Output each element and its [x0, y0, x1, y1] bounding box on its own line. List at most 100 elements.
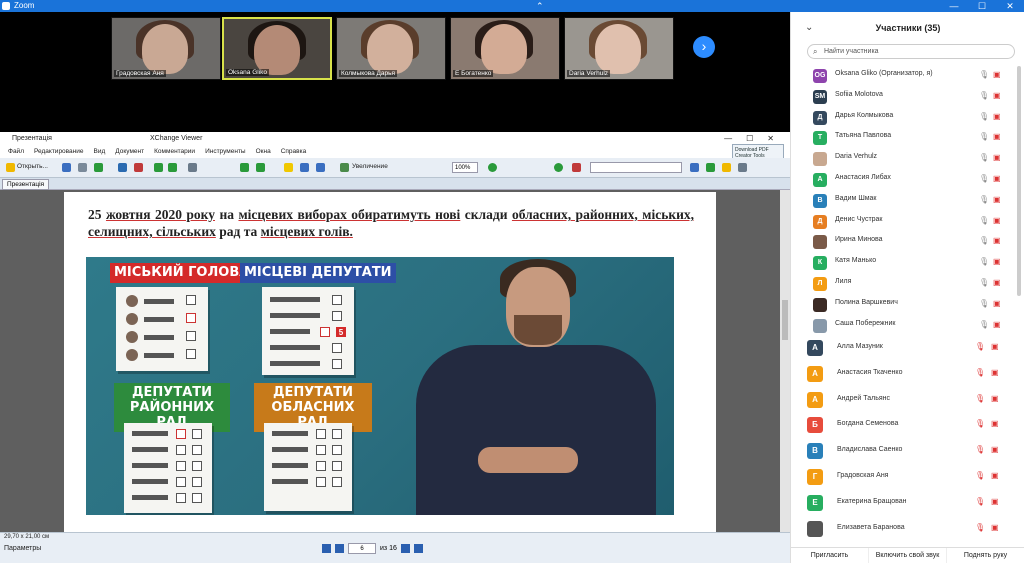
participant-row[interactable]: Е Екатерина Бращован 🎙 ▣ [791, 491, 1024, 516]
zoom-in-icon[interactable] [488, 163, 497, 172]
viewer-minimize-button[interactable]: — [724, 132, 732, 146]
microphone-icon[interactable]: 🎙 [979, 320, 989, 329]
camera-off-icon[interactable]: ▣ [993, 70, 1001, 79]
participant-row[interactable]: В Владислава Саенко 🎙 ▣ [791, 439, 1024, 464]
refresh-icon[interactable] [94, 163, 103, 172]
forward-icon[interactable] [168, 163, 177, 172]
find-icon[interactable] [554, 163, 563, 172]
highlight-icon[interactable] [722, 163, 731, 172]
video-tile[interactable]: Колмыкова Дарья [336, 17, 446, 80]
back-icon[interactable] [154, 163, 163, 172]
participant-row[interactable]: Л Лиля 🎙 ▣ [791, 274, 1024, 294]
microphone-icon[interactable]: 🎙 [979, 257, 989, 266]
participant-row[interactable]: А Анастасия Ткаченко 🎙 ▣ [791, 362, 1024, 387]
camera-off-icon[interactable]: ▣ [991, 368, 999, 377]
microphone-icon[interactable]: 🎙 [979, 112, 989, 121]
close-button[interactable]: ✕ [996, 0, 1024, 12]
microphone-icon[interactable]: 🎙 [979, 174, 989, 183]
camera-off-icon[interactable]: ▣ [993, 112, 1001, 121]
camera-off-icon[interactable]: ▣ [993, 174, 1001, 183]
menu-edit[interactable]: Редактирование [34, 146, 84, 158]
menu-windows[interactable]: Окна [256, 146, 271, 158]
microphone-icon[interactable]: 🎙 [979, 216, 989, 225]
camera-off-icon[interactable]: ▣ [991, 394, 999, 403]
save-icon[interactable] [62, 163, 71, 172]
zoom-level-field[interactable]: 100% [452, 162, 478, 173]
participant-row[interactable]: Саша Побережник 🎙 ▣ [791, 316, 1024, 336]
page-number-field[interactable]: 6 [348, 543, 376, 554]
open-icon[interactable] [6, 163, 15, 172]
camera-off-icon[interactable]: ▣ [993, 320, 1001, 329]
camera-off-icon[interactable]: ▣ [993, 195, 1001, 204]
participant-row[interactable]: Д Денис Чустрак 🎙 ▣ [791, 212, 1024, 232]
minimize-button[interactable]: — [940, 0, 968, 12]
video-tile[interactable]: Е Богатенко [450, 17, 560, 80]
fit-page-icon[interactable] [316, 163, 325, 172]
hand-tool-icon[interactable] [118, 163, 127, 172]
microphone-icon[interactable]: 🎙 [975, 497, 985, 506]
microphone-icon[interactable]: 🎙 [979, 70, 989, 79]
search-icon[interactable] [690, 163, 699, 172]
camera-off-icon[interactable]: ▣ [991, 342, 999, 351]
rotate-right-icon[interactable] [256, 163, 265, 172]
participant-row[interactable]: Ирина Минова 🎙 ▣ [791, 232, 1024, 252]
fit-width-icon[interactable] [300, 163, 309, 172]
camera-off-icon[interactable]: ▣ [991, 523, 999, 532]
rotate-left-icon[interactable] [240, 163, 249, 172]
participant-row[interactable]: Елизавета Баранова 🎙 ▣ [791, 517, 1024, 542]
camera-off-icon[interactable]: ▣ [993, 91, 1001, 100]
menu-help[interactable]: Справка [281, 146, 307, 158]
camera-off-icon[interactable]: ▣ [991, 471, 999, 480]
next-videos-button[interactable]: › [693, 36, 715, 58]
camera-off-icon[interactable]: ▣ [993, 257, 1001, 266]
camera-off-icon[interactable]: ▣ [993, 278, 1001, 287]
menu-document[interactable]: Документ [115, 146, 144, 158]
microphone-icon[interactable]: 🎙 [979, 278, 989, 287]
maximize-button[interactable]: ☐ [968, 0, 996, 12]
participants-scrollbar[interactable] [1017, 66, 1021, 546]
participant-row[interactable]: Б Богдана Семенова 🎙 ▣ [791, 413, 1024, 438]
unmute-button[interactable]: Включить свой звук [869, 548, 947, 563]
participant-row[interactable]: К Катя Манько 🎙 ▣ [791, 253, 1024, 273]
participant-row[interactable]: В Вадим Шмак 🎙 ▣ [791, 191, 1024, 211]
microphone-icon[interactable]: 🎙 [975, 523, 985, 532]
menu-tools[interactable]: Инструменты [205, 146, 246, 158]
camera-off-icon[interactable]: ▣ [993, 153, 1001, 162]
video-tile[interactable]: Daria Verhulz [564, 17, 674, 80]
stamp-icon[interactable] [572, 163, 581, 172]
next-page-icon[interactable] [400, 544, 410, 553]
raise-hand-button[interactable]: Поднять руку [947, 548, 1024, 563]
select-tool-icon[interactable] [134, 163, 143, 172]
participant-row[interactable]: Daria Verhulz 🎙 ▣ [791, 149, 1024, 169]
menu-file[interactable]: Файл [8, 146, 24, 158]
microphone-icon[interactable]: 🎙 [979, 132, 989, 141]
microphone-icon[interactable]: 🎙 [975, 368, 985, 377]
parameters-button[interactable]: Параметры [4, 545, 41, 552]
participant-row[interactable]: Д Дарья Колмыкова 🎙 ▣ [791, 108, 1024, 128]
microphone-icon[interactable]: 🎙 [979, 236, 989, 245]
view-dropdown-icon[interactable]: ⌃ [536, 0, 544, 12]
microphone-icon[interactable]: 🎙 [979, 299, 989, 308]
last-page-icon[interactable] [413, 544, 423, 553]
participant-row[interactable]: А Андрей Тальянс 🎙 ▣ [791, 388, 1024, 413]
video-tile-active-speaker[interactable]: Oksana Gliko [222, 17, 332, 80]
microphone-icon[interactable]: 🎙 [975, 471, 985, 480]
microphone-icon[interactable]: 🎙 [979, 91, 989, 100]
camera-off-icon[interactable]: ▣ [991, 497, 999, 506]
print-icon[interactable] [78, 163, 87, 172]
microphone-icon[interactable]: 🎙 [975, 342, 985, 351]
comment-icon[interactable] [706, 163, 715, 172]
participant-row[interactable]: Т Татьяна Павлова 🎙 ▣ [791, 128, 1024, 148]
toolbar-search-field[interactable] [590, 162, 682, 173]
participant-row[interactable]: OG Oksana Gliko (Организатор, я) 🎙 ▣ [791, 66, 1024, 86]
participant-row[interactable]: SM Sofiia Molotova 🎙 ▣ [791, 87, 1024, 107]
tab-presentation[interactable]: Презентація [2, 179, 50, 190]
document-scrollbar[interactable] [780, 190, 790, 532]
zoom-tool-label[interactable]: Увеличение [352, 163, 388, 170]
participant-row[interactable]: А Анастасия Либах 🎙 ▣ [791, 170, 1024, 190]
microphone-icon[interactable]: 🎙 [979, 153, 989, 162]
open-button[interactable]: Открыть... [17, 163, 48, 170]
microphone-icon[interactable]: 🎙 [975, 445, 985, 454]
settings-icon[interactable] [738, 163, 747, 172]
participant-row[interactable]: А Алла Мазуник 🎙 ▣ [791, 336, 1024, 361]
